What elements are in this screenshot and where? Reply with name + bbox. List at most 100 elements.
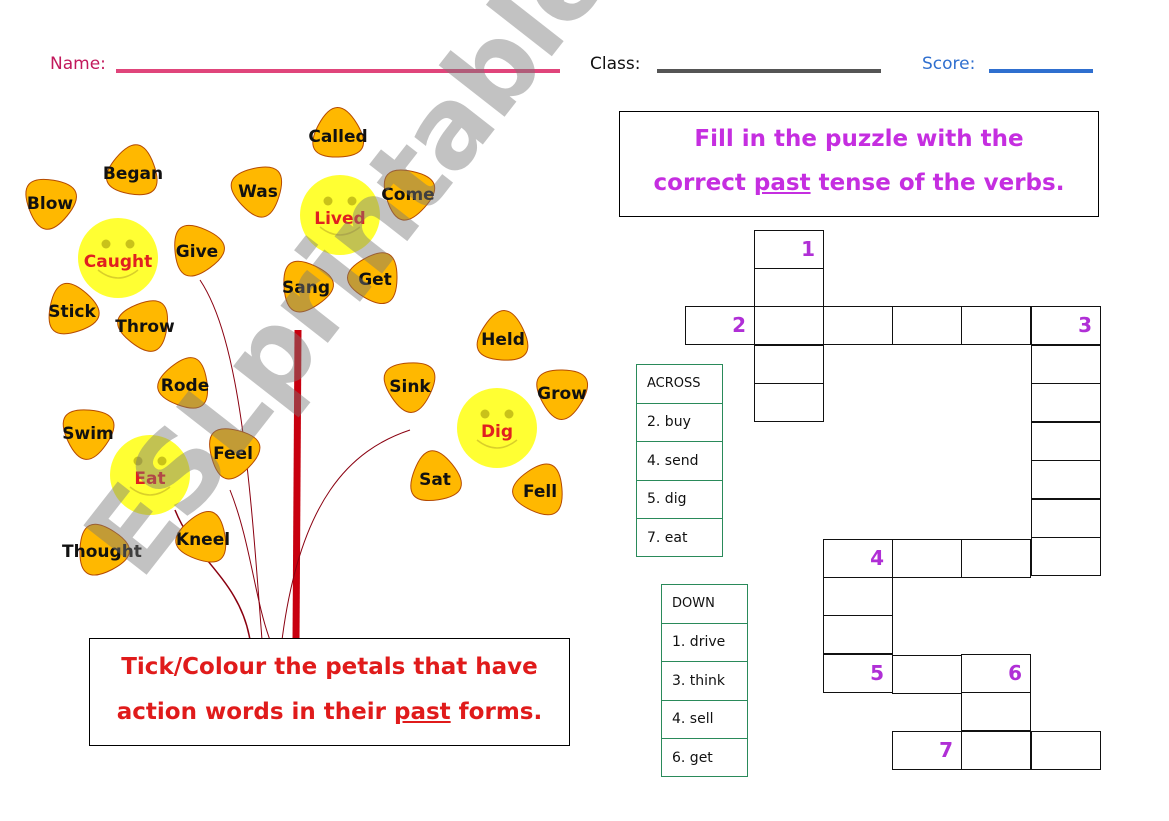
- crossword-cell[interactable]: [961, 306, 1031, 345]
- crossword-cell[interactable]: [1031, 731, 1101, 770]
- flowers-illustration: Began Give Throw Stick Blow Caught Called Come G…: [25, 107, 588, 640]
- across-heading: ACROSS: [637, 365, 722, 404]
- crossword-cell[interactable]: [1031, 345, 1101, 384]
- smiley-eye: [480, 409, 490, 419]
- petal[interactable]: Give: [174, 224, 225, 277]
- petal-word: Was: [238, 182, 278, 202]
- crossword-cell[interactable]: 7: [892, 731, 962, 770]
- down-clue: 3. think: [662, 662, 747, 701]
- crossword-cell[interactable]: 1: [754, 230, 824, 269]
- petal[interactable]: Began: [103, 144, 163, 196]
- smiley-eye: [101, 239, 111, 249]
- petal[interactable]: Fell: [512, 463, 563, 516]
- crossword-cell[interactable]: [961, 731, 1031, 770]
- petal[interactable]: Come: [381, 169, 436, 221]
- past-emphasis: past: [753, 170, 811, 196]
- name-label: Name:: [50, 54, 106, 74]
- thin-stem-2: [229, 489, 271, 640]
- petal[interactable]: Stick: [48, 282, 100, 335]
- center-word[interactable]: Eat: [134, 469, 165, 489]
- crossword-cell[interactable]: [823, 615, 893, 654]
- petal[interactable]: Held: [476, 310, 529, 361]
- instruction-text: correct: [653, 170, 754, 196]
- petal-word: Stick: [48, 302, 96, 322]
- crossword-cell[interactable]: 4: [823, 539, 893, 578]
- crossword-cell[interactable]: [892, 539, 962, 578]
- flower: Held Grow Fell Sat Sink Dig: [383, 310, 588, 516]
- down-clue: 1. drive: [662, 624, 747, 662]
- class-input-line[interactable]: [657, 69, 881, 73]
- petal[interactable]: Thought: [62, 523, 142, 576]
- crossword-cell[interactable]: [754, 306, 824, 345]
- smiley-eye: [323, 196, 333, 206]
- down-clue: 6. get: [672, 750, 713, 767]
- down-clue: 4. sell: [662, 701, 747, 739]
- smiley-eye: [157, 456, 167, 466]
- crossword-cell[interactable]: [1031, 383, 1101, 422]
- petal-word: Sang: [282, 278, 330, 298]
- center-word[interactable]: Lived: [314, 209, 365, 229]
- petal[interactable]: Sang: [282, 260, 334, 313]
- crossword-cell[interactable]: [754, 345, 824, 384]
- petal[interactable]: Kneel: [175, 511, 230, 563]
- flower-center: Dig: [457, 388, 537, 468]
- petal[interactable]: Sat: [410, 450, 462, 502]
- center-word[interactable]: Dig: [481, 422, 513, 442]
- clue-number: 6: [1008, 661, 1022, 685]
- crossword-cell[interactable]: [1031, 460, 1101, 499]
- petal[interactable]: Sink: [383, 362, 436, 413]
- crossword-cell[interactable]: 2: [685, 306, 755, 345]
- petal-word: Get: [358, 270, 392, 290]
- crossword-cell[interactable]: [892, 655, 962, 694]
- crossword-cell[interactable]: [754, 383, 824, 422]
- crossword-cell[interactable]: [961, 692, 1031, 731]
- instruction-text: action words in their: [116, 699, 394, 725]
- crossword-cell[interactable]: [823, 306, 893, 345]
- petal[interactable]: Get: [347, 252, 398, 304]
- smiley-eye: [133, 456, 143, 466]
- stems: [174, 279, 411, 640]
- across-clue: 4. send: [637, 442, 722, 481]
- crossword-cell[interactable]: [1031, 422, 1101, 461]
- name-input-line[interactable]: [116, 69, 560, 73]
- flower-center: Caught: [78, 218, 158, 298]
- clue-number: 5: [870, 661, 884, 685]
- flower: Began Give Throw Stick Blow Caught: [25, 144, 225, 352]
- thin-stem-3: [281, 429, 411, 640]
- score-input-line[interactable]: [989, 69, 1093, 73]
- crossword-cell[interactable]: 3: [1031, 306, 1101, 345]
- petal[interactable]: Blow: [25, 178, 77, 230]
- clue-number: 3: [1078, 313, 1092, 337]
- across-clues-table: ACROSS 2. buy 4. send 5. dig 7. eat: [636, 364, 723, 557]
- crossword-cell[interactable]: [892, 306, 962, 345]
- petal-word: Kneel: [176, 530, 230, 550]
- score-label: Score:: [922, 54, 976, 74]
- crossword-cell[interactable]: [961, 539, 1031, 578]
- petal-word: Sink: [389, 377, 431, 397]
- petal-word: Called: [308, 127, 367, 147]
- petal-word: Began: [103, 164, 163, 184]
- crossword-cell[interactable]: [1031, 499, 1101, 538]
- petal[interactable]: Throw: [115, 300, 175, 352]
- crossword-cell[interactable]: 6: [961, 654, 1031, 693]
- petal-word: Feel: [213, 444, 253, 464]
- down-clues-table: DOWN 1. drive 3. think 4. sell 6. get: [661, 584, 748, 777]
- smiley-eye: [347, 196, 357, 206]
- petal-word: Grow: [537, 384, 587, 404]
- petal-word: Fell: [523, 482, 557, 502]
- crossword-cell[interactable]: 5: [823, 654, 893, 693]
- petal[interactable]: Called: [308, 107, 368, 158]
- petal-word: Sat: [419, 470, 451, 490]
- crossword-cell[interactable]: [823, 577, 893, 616]
- petal[interactable]: Was: [230, 166, 283, 218]
- down-heading: DOWN: [662, 585, 747, 624]
- petal[interactable]: Swim: [62, 409, 115, 460]
- petal[interactable]: Grow: [536, 369, 588, 420]
- petal[interactable]: Feel: [209, 428, 261, 480]
- center-word[interactable]: Caught: [84, 252, 152, 272]
- crossword-cell[interactable]: [1031, 537, 1101, 576]
- crossword-cell[interactable]: [754, 268, 824, 307]
- petal-word: Give: [176, 242, 218, 262]
- petal-word: Rode: [161, 376, 209, 396]
- petal[interactable]: Rode: [157, 357, 210, 409]
